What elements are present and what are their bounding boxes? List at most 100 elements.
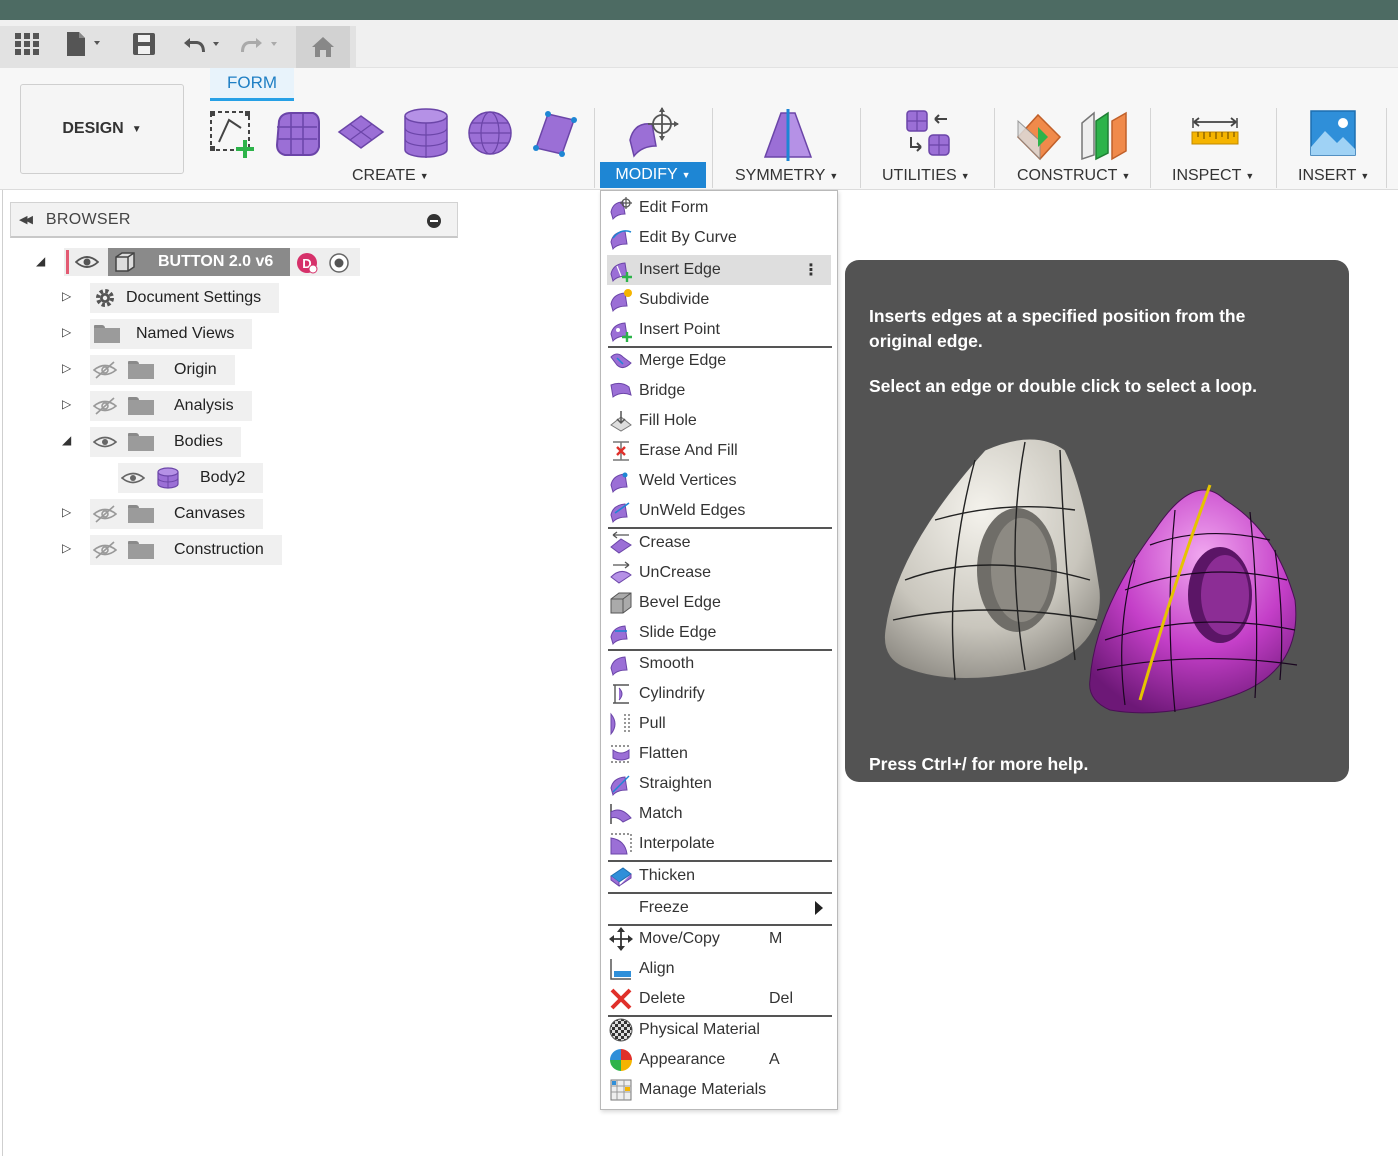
- menu-item-match[interactable]: Match: [607, 799, 831, 829]
- visibility-eye-icon[interactable]: [72, 250, 102, 274]
- menu-item-delete[interactable]: Delete Del: [607, 984, 831, 1014]
- gear-icon: [94, 287, 116, 309]
- tree-item-canvases[interactable]: Canvases: [90, 499, 264, 529]
- menu-item-thicken[interactable]: Thicken: [607, 861, 831, 891]
- construct-offset-plane-icon[interactable]: [1014, 106, 1066, 162]
- expand-triangle-icon[interactable]: ▷: [62, 505, 71, 519]
- browser-root-item[interactable]: BUTTON 2.0 v6 D: [64, 248, 360, 276]
- menu-item-insert-point[interactable]: Insert Point: [607, 315, 831, 345]
- menu-item-weld-vertices[interactable]: Weld Vertices: [607, 466, 831, 496]
- tree-item-body2[interactable]: Body2: [118, 463, 264, 493]
- menu-item-label: Delete: [639, 990, 686, 1007]
- expand-triangle-icon[interactable]: ▷: [62, 361, 71, 375]
- hidden-eye-icon[interactable]: [90, 540, 120, 560]
- visibility-eye-icon[interactable]: [90, 432, 120, 452]
- tree-item-construction[interactable]: Construction: [90, 535, 282, 565]
- unweld-edges-icon: [609, 499, 633, 523]
- menu-item-label: Edit By Curve: [639, 229, 737, 246]
- utilities-convert-icon[interactable]: [902, 106, 956, 160]
- inspect-measure-icon[interactable]: [1188, 112, 1242, 152]
- menu-item-flatten[interactable]: Flatten: [607, 739, 831, 769]
- insert-menu[interactable]: INSERT ▼: [1298, 164, 1369, 188]
- more-options-icon[interactable]: ⋮: [803, 260, 819, 280]
- shortcut-label: Del: [769, 990, 794, 1007]
- menu-item-bridge[interactable]: Bridge: [607, 376, 831, 406]
- expand-triangle-icon[interactable]: ◢: [36, 254, 45, 268]
- menu-item-smooth[interactable]: Smooth: [607, 649, 831, 679]
- tree-item-analysis[interactable]: Analysis: [90, 391, 252, 421]
- menu-item-move-copy[interactable]: Move/Copy M: [607, 924, 831, 954]
- face-icon[interactable]: [528, 106, 582, 160]
- menu-item-pull[interactable]: Pull: [607, 709, 831, 739]
- browser-header[interactable]: ◀◀ BROWSER: [10, 202, 458, 238]
- visibility-eye-icon[interactable]: [118, 468, 148, 488]
- expand-triangle-icon[interactable]: ▷: [62, 541, 71, 555]
- folder-icon: [128, 361, 154, 379]
- collapse-panel-icon[interactable]: ◀◀: [19, 213, 33, 226]
- menu-item-slide-edge[interactable]: Slide Edge: [607, 618, 831, 648]
- app-grid-icon[interactable]: [14, 30, 40, 58]
- menu-item-bevel-edge[interactable]: Bevel Edge: [607, 588, 831, 618]
- modify-edit-form-icon[interactable]: [626, 106, 684, 160]
- collapse-triangle-icon[interactable]: ◢: [62, 433, 71, 447]
- menu-item-cylindrify[interactable]: Cylindrify: [607, 679, 831, 709]
- menu-item-edit-by-curve[interactable]: Edit By Curve: [607, 223, 831, 253]
- expand-triangle-icon[interactable]: ▷: [62, 289, 71, 303]
- tree-item-document-settings[interactable]: Document Settings: [90, 283, 280, 313]
- cylinder-icon[interactable]: [400, 106, 452, 160]
- modify-label: MODIFY: [615, 166, 678, 183]
- minimize-icon[interactable]: [427, 214, 441, 228]
- save-icon[interactable]: [132, 30, 156, 58]
- construct-midplane-icon[interactable]: [1078, 106, 1132, 162]
- menu-item-fill-hole[interactable]: Fill Hole: [607, 406, 831, 436]
- utilities-menu[interactable]: UTILITIES ▼: [882, 164, 970, 188]
- inspect-menu[interactable]: INSPECT ▼: [1172, 164, 1254, 188]
- menu-item-interpolate[interactable]: Interpolate: [607, 829, 831, 859]
- undo-icon[interactable]: [182, 30, 226, 58]
- menu-item-freeze[interactable]: Freeze: [607, 893, 831, 923]
- tree-item-named-views[interactable]: Named Views: [90, 319, 253, 349]
- shortcut-label: A: [769, 1051, 780, 1068]
- redo-icon[interactable]: [240, 30, 284, 58]
- tree-item-bodies[interactable]: Bodies: [90, 427, 241, 457]
- home-button[interactable]: [296, 26, 350, 68]
- construct-menu[interactable]: CONSTRUCT ▼: [1017, 164, 1130, 188]
- tree-item-label: Body2: [200, 469, 246, 486]
- toolbar-divider: [994, 108, 995, 188]
- tree-item-label: Document Settings: [126, 289, 262, 306]
- menu-item-appearance[interactable]: Appearance A: [607, 1045, 831, 1075]
- file-icon[interactable]: [64, 30, 108, 58]
- menu-item-subdivide[interactable]: Subdivide: [607, 285, 831, 315]
- tab-form[interactable]: FORM: [210, 68, 294, 101]
- menu-item-align[interactable]: Align: [607, 954, 831, 984]
- modify-menu[interactable]: MODIFY ▼: [600, 162, 706, 188]
- menu-item-unweld-edges[interactable]: UnWeld Edges: [607, 496, 831, 526]
- insert-image-icon[interactable]: [1306, 106, 1360, 160]
- subdivide-icon: [609, 288, 633, 312]
- menu-item-insert-edge[interactable]: Insert Edge ⋮: [607, 255, 831, 285]
- hidden-eye-icon[interactable]: [90, 504, 120, 524]
- menu-item-crease[interactable]: Crease: [607, 528, 831, 558]
- hidden-eye-icon[interactable]: [90, 360, 120, 380]
- symmetry-icon[interactable]: [760, 106, 816, 162]
- sphere-icon[interactable]: [464, 106, 516, 160]
- plane-icon[interactable]: [336, 110, 386, 156]
- workspace-switcher-button[interactable]: DESIGN ▼: [20, 84, 184, 174]
- menu-item-physical-material[interactable]: Physical Material: [607, 1015, 831, 1045]
- menu-item-manage-materials[interactable]: Manage Materials: [607, 1075, 831, 1105]
- erase-and-fill-icon: [609, 439, 633, 463]
- symmetry-menu[interactable]: SYMMETRY ▼: [735, 164, 838, 188]
- tree-item-origin[interactable]: Origin: [90, 355, 235, 385]
- menu-item-uncrease[interactable]: UnCrease: [607, 558, 831, 588]
- menu-item-merge-edge[interactable]: Merge Edge: [607, 346, 831, 376]
- box-icon[interactable]: [270, 106, 324, 160]
- expand-triangle-icon[interactable]: ▷: [62, 397, 71, 411]
- create-form-sketch-icon[interactable]: [206, 108, 260, 158]
- expand-triangle-icon[interactable]: ▷: [62, 325, 71, 339]
- hidden-eye-icon[interactable]: [90, 396, 120, 416]
- menu-item-straighten[interactable]: Straighten: [607, 769, 831, 799]
- menu-item-erase-and-fill[interactable]: Erase And Fill: [607, 436, 831, 466]
- create-menu[interactable]: CREATE ▼: [352, 164, 429, 188]
- activate-radio-icon[interactable]: [328, 252, 350, 279]
- menu-item-edit-form[interactable]: Edit Form: [607, 193, 831, 223]
